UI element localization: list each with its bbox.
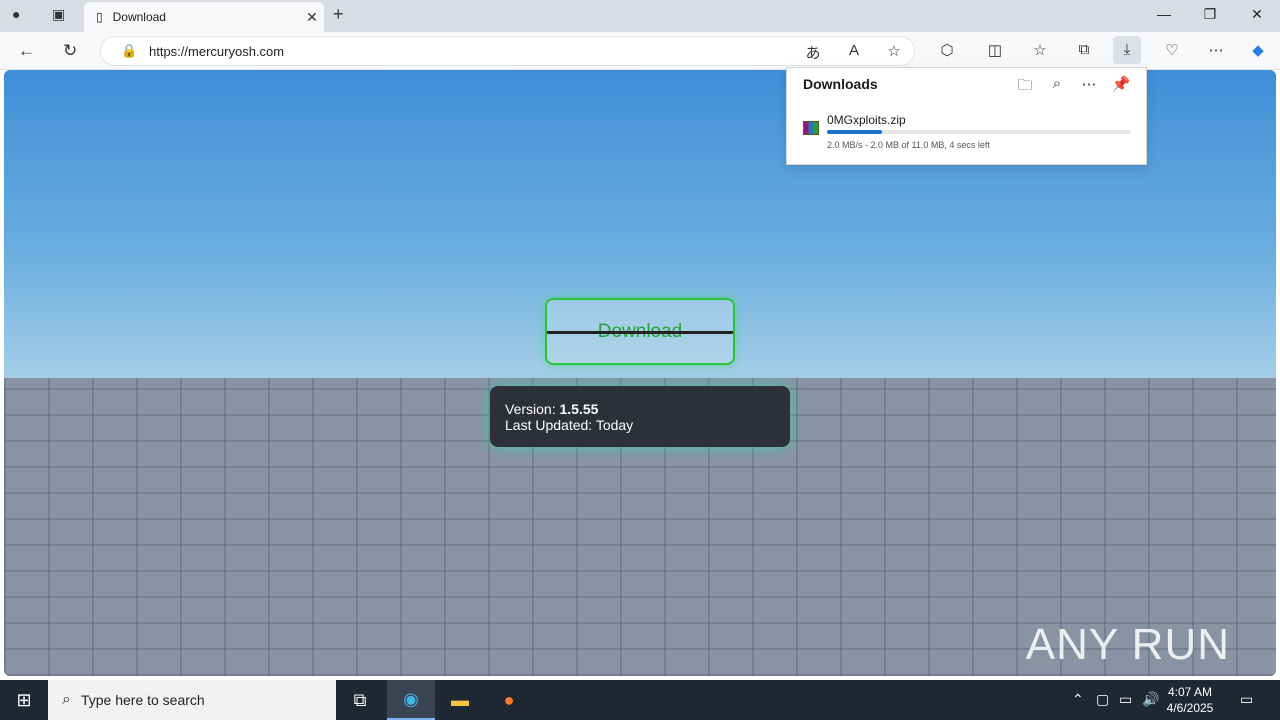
tab-strip: ● ▣ ▯ Download ✕ + — ❐ ✕	[0, 0, 1280, 32]
tab-download[interactable]: ▯ Download ✕	[84, 2, 324, 32]
chevron-up-icon[interactable]: ⌃	[1072, 691, 1084, 708]
url-text[interactable]: https://mercuryosh.com	[149, 44, 284, 59]
updated-value: Today	[595, 417, 634, 433]
network-icon[interactable]: ▭	[1119, 691, 1132, 708]
collections-icon[interactable]: ⧉	[1070, 41, 1098, 58]
search-placeholder: Type here to search	[80, 692, 205, 708]
more-icon[interactable]: ⋯	[1202, 41, 1230, 59]
profile-icon[interactable]: ●	[12, 6, 20, 22]
lock-icon[interactable]: 🔒	[121, 43, 137, 59]
windows-start-icon[interactable]: ⊞	[0, 680, 48, 720]
downloads-title: Downloads	[803, 76, 878, 92]
download-button[interactable]: Download	[545, 298, 735, 365]
minimize-icon[interactable]: —	[1144, 6, 1184, 22]
volume-icon[interactable]: 🔊	[1142, 691, 1159, 708]
close-tab-icon[interactable]: ✕	[300, 9, 324, 26]
translate-icon[interactable]: あ	[799, 42, 827, 63]
clock-date: 4/6/2025	[1166, 701, 1214, 715]
back-icon[interactable]: ←	[18, 41, 35, 61]
download-status: 2.0 MB/s - 2.0 MB of 11.0 MB, 4 secs lef…	[827, 140, 990, 150]
copilot-icon[interactable]: ◆	[1244, 41, 1272, 59]
tab-title: Download	[112, 10, 166, 24]
version-label: Version:	[505, 401, 556, 417]
folder-icon[interactable]: 🗀	[1013, 75, 1037, 100]
taskbar-search[interactable]: ⌕ Type here to search	[48, 680, 336, 720]
favorite-star-icon[interactable]: ☆	[880, 42, 908, 60]
downloads-icon[interactable]: ⤓	[1113, 36, 1141, 64]
version-info-box: Version: 1.5.55 Last Updated: Today	[490, 386, 790, 447]
zip-file-icon	[803, 121, 819, 135]
notification-icon[interactable]: ▭	[1240, 691, 1253, 708]
restore-icon[interactable]: ❐	[1190, 6, 1230, 23]
task-view-icon[interactable]: ⧉	[336, 680, 384, 720]
read-aloud-icon[interactable]: A	[840, 42, 868, 59]
favorites-icon[interactable]: ☆	[1026, 41, 1054, 59]
address-bar[interactable]: 🔒 https://mercuryosh.com あ A ☆	[100, 36, 915, 66]
extensions-icon[interactable]: ⬡	[933, 41, 961, 59]
taskbar: ⊞ ⌕ Type here to search ⧉ ◉ ▬ ● ⌃ ▢ ▭ 🔊 …	[0, 680, 1280, 720]
version-value: 1.5.55	[559, 401, 599, 417]
refresh-icon[interactable]: ↻	[63, 41, 77, 61]
firefox-icon[interactable]: ●	[485, 680, 533, 720]
meet-now-icon[interactable]: ▢	[1096, 691, 1109, 708]
search-icon: ⌕	[62, 691, 71, 708]
pin-icon[interactable]: 📌	[1109, 75, 1133, 93]
browser-essentials-icon[interactable]: ♡	[1158, 41, 1186, 59]
edge-icon[interactable]: ◉	[387, 680, 435, 720]
strike-line	[547, 331, 733, 334]
clock-time: 4:07 AM	[1167, 685, 1213, 699]
updated-label: Last Updated:	[505, 417, 593, 433]
watermark: ANY RUN	[1025, 620, 1230, 669]
page-icon: ▯	[96, 10, 103, 24]
more-options-icon[interactable]: ⋯	[1077, 75, 1101, 93]
search-icon[interactable]: ⌕	[1045, 75, 1069, 92]
clock[interactable]: 4:07 AM 4/6/2025	[1160, 684, 1220, 716]
toolbar: ← ↻ 🔒 https://mercuryosh.com あ A ☆ ⬡ ◫ ☆…	[0, 32, 1280, 70]
tab-actions-icon[interactable]: ▣	[52, 6, 65, 23]
split-screen-icon[interactable]: ◫	[981, 41, 1009, 59]
downloads-panel: Downloads 🗀 ⌕ ⋯ 📌 0MGxploits.zip 2.0 MB/…	[786, 67, 1147, 165]
new-tab-icon[interactable]: +	[333, 4, 344, 25]
file-explorer-icon[interactable]: ▬	[436, 680, 484, 720]
download-file-name[interactable]: 0MGxploits.zip	[827, 113, 906, 127]
close-window-icon[interactable]: ✕	[1237, 6, 1277, 23]
download-progress-bar	[827, 130, 1131, 134]
download-progress-fill	[827, 130, 882, 134]
